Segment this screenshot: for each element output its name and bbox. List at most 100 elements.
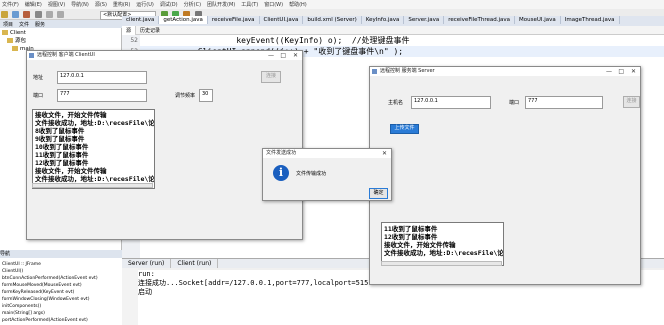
editor-tab[interactable]: receiveFile.java (208, 16, 260, 24)
menu-item[interactable]: 调试(D) (160, 1, 178, 8)
navigator-item[interactable]: formWindowClosing(WindowEvent evt) (2, 296, 98, 303)
left-panel-tab[interactable]: 文件 (19, 21, 29, 28)
code-line: keyEvent((KeyInfo) o); //处理键盘事件 (140, 36, 410, 45)
folder-icon (12, 46, 18, 51)
port-label: 端口 (33, 93, 44, 99)
frequency-label: 调节频率 (175, 93, 196, 99)
log-line: 8收到了鼠标事件 (35, 127, 85, 135)
connect-button[interactable]: 连接 (623, 96, 640, 108)
output-line: 启动 (138, 288, 152, 296)
hostname-label: 主机名 (388, 100, 404, 106)
menu-item[interactable]: 分析(C) (184, 1, 201, 8)
editor-tab[interactable]: receiveFileThread.java (444, 16, 516, 24)
maximize-icon[interactable]: □ (280, 51, 286, 60)
log-line: 11收到了鼠标事件 (35, 151, 89, 159)
dialog-titlebar[interactable]: 文件发送成功 (263, 149, 391, 158)
server-window-titlebar[interactable]: 远程控制 服务端 Server (370, 67, 640, 76)
menu-item[interactable]: 导航(N) (71, 1, 89, 8)
navigator-tab[interactable]: 导航 (0, 250, 122, 258)
dialog-message: 文件传输成功 (296, 171, 327, 177)
folder-icon (7, 38, 13, 43)
menu-item[interactable]: 编辑(E) (25, 1, 42, 8)
port-input[interactable]: 777 (57, 89, 147, 102)
menu-item[interactable]: 帮助(H) (289, 1, 307, 8)
navigator-item[interactable]: ClientUI :: JFrame (2, 261, 98, 268)
log-line: 12收到了鼠标事件 (384, 233, 438, 241)
redo-icon[interactable] (57, 11, 65, 18)
dialog-title: 文件发送成功 (266, 150, 297, 156)
server-window-title: 远程控制 服务端 Server (380, 68, 435, 74)
menu-item[interactable]: 窗口(W) (264, 1, 283, 8)
java-app-icon (29, 53, 34, 58)
log-line: 11收到了鼠标事件 (384, 225, 438, 233)
upload-file-button[interactable]: 上传文件 (390, 124, 419, 134)
client-window-titlebar[interactable]: 远程控制 客户端 ClientUI (27, 51, 302, 60)
ide-menubar: 文件(F) 编辑(E) 视图(V) 导航(N) 源(S) 重构(R) 运行(U) 调试(D) 分… (0, 0, 664, 9)
frequency-input[interactable]: 30 (199, 89, 213, 102)
editor-tab[interactable]: getAction.java (159, 16, 208, 24)
left-panel-tab[interactable]: 服务 (35, 21, 45, 28)
hostname-input[interactable]: 127.0.0.1 (411, 96, 491, 109)
new-file-icon[interactable] (12, 11, 20, 18)
menu-item[interactable]: 文件(F) (2, 1, 19, 8)
output-toolbar (122, 268, 138, 325)
maximize-icon[interactable]: □ (618, 67, 624, 76)
editor-tab[interactable]: Server.java (404, 16, 445, 24)
editor-tab[interactable]: MouseUI.java (515, 16, 561, 24)
editor-tab[interactable]: ImageThread.java (561, 16, 620, 24)
navigator-list: ClientUI :: JFrame ClientUI() btnConnActio… (2, 261, 98, 324)
navigator-item[interactable]: formMouseMoved(MouseEvent evt) (2, 282, 98, 289)
log-line: 文件接收成功，地址:D:\recesFile\论文要求 (384, 249, 504, 257)
output-tab[interactable]: Client (run) (171, 259, 219, 268)
minimize-icon[interactable]: — (606, 67, 612, 76)
address-label: 地址 (33, 75, 44, 81)
address-input[interactable]: 127.0.0.1 (57, 71, 147, 84)
editor-tab[interactable]: build.xml (Server) (303, 16, 362, 24)
editor-tab[interactable]: ClientUI.java (260, 16, 304, 24)
menu-item[interactable]: 团队开发(M) (207, 1, 235, 8)
menu-item[interactable]: 运行(U) (136, 1, 154, 8)
server-log-textarea[interactable]: 11收到了鼠标事件 12收到了鼠标事件 接收文件，开始文件传输 文件接收成功，地址:D… (381, 222, 504, 266)
horizontal-scrollbar[interactable] (32, 183, 153, 188)
editor-tab[interactable]: client.java (122, 16, 160, 24)
navigator-item[interactable]: formKeyReleased(KeyEvent evt) (2, 289, 98, 296)
minimize-icon[interactable]: — (268, 51, 274, 60)
menu-item[interactable]: 源(S) (95, 1, 107, 8)
save-all-icon[interactable] (34, 11, 42, 18)
navigator-item[interactable]: main(String[] args) (2, 310, 98, 317)
tree-node[interactable]: 源包 (2, 37, 34, 45)
output-tab[interactable]: Server (run) (122, 259, 172, 268)
navigator-item[interactable]: btnConnActionPerformed(ActionEvent evt) (2, 275, 98, 282)
left-panel-tab[interactable]: 项目 (3, 21, 13, 28)
log-line: 12收到了鼠标事件 (35, 159, 89, 167)
new-project-icon[interactable] (1, 11, 8, 18)
history-tab[interactable]: 历史记录 (136, 26, 164, 35)
editor-tab[interactable]: KeyInfo.java (362, 16, 405, 24)
client-window-title: 远程控制 客户端 ClientUI (37, 52, 95, 58)
undo-icon[interactable] (45, 11, 53, 18)
editor-subtoolbar: 源历史记录 (122, 26, 664, 35)
open-project-icon[interactable] (23, 11, 31, 18)
tree-node[interactable]: Client (2, 29, 34, 37)
connect-button[interactable]: 连接 (261, 71, 281, 83)
ok-button[interactable]: 确定 (369, 188, 388, 199)
navigator-item[interactable]: portActionPerformed(ActionEvent evt) (2, 317, 98, 324)
horizontal-scrollbar[interactable] (381, 261, 502, 266)
navigator-item[interactable]: initComponents() (2, 303, 98, 310)
menu-item[interactable]: 视图(V) (48, 1, 65, 8)
client-log-textarea[interactable]: 接收文件，开始文件传输文件接收成功，地址:D:\recesFile\论文要求8收… (32, 109, 155, 189)
menu-item[interactable]: 工具(T) (241, 1, 258, 8)
log-line: 9收到了鼠标事件 (35, 135, 85, 143)
close-icon[interactable]: ✕ (382, 149, 387, 158)
port-input[interactable]: 777 (525, 96, 603, 109)
menu-item[interactable]: 重构(R) (113, 1, 130, 8)
server-window: 远程控制 服务端 Server — □ ✕ 主机名 127.0.0.1 端口 7… (369, 66, 641, 285)
close-icon[interactable]: ✕ (293, 51, 298, 60)
info-icon: i (273, 165, 289, 181)
log-line: 接收文件，开始文件传输 (35, 111, 107, 119)
close-icon[interactable]: ✕ (631, 67, 636, 76)
source-tab[interactable]: 源 (122, 26, 137, 35)
navigator-item[interactable]: ClientUI() (2, 268, 98, 275)
client-window: 远程控制 客户端 ClientUI — □ ✕ 地址 127.0.0.1 连接 … (26, 50, 303, 240)
folder-icon (2, 30, 8, 35)
